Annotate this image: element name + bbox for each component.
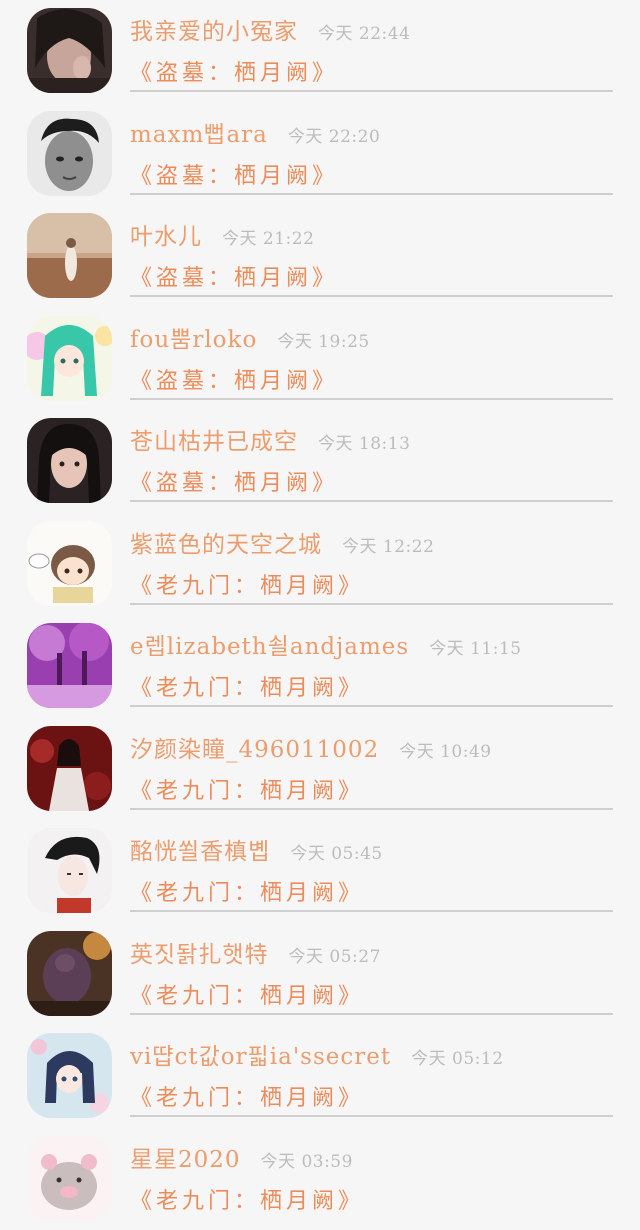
divider: [130, 808, 613, 810]
comment-row[interactable]: maxm뻡ara 今天 22:20 《盗墓：栖月阙》: [0, 103, 640, 206]
comment-row[interactable]: 星星2020 今天 03:59 《老九门：栖月阙》: [0, 1128, 640, 1230]
comment-row[interactable]: 苍山枯井已成空 今天 18:13 《盗墓：栖月阙》: [0, 410, 640, 513]
name-line: 汐颜染瞳_496011002 今天 10:49: [130, 730, 620, 764]
book-title[interactable]: 《盗墓：栖月阙》: [130, 158, 338, 190]
name-line: 紫蓝色的天空之城 今天 12:22: [130, 525, 620, 559]
avatar[interactable]: [27, 623, 112, 708]
timestamp: 今天 05:27: [288, 942, 380, 967]
book-title[interactable]: 《盗墓：栖月阙》: [130, 363, 338, 395]
divider: [130, 193, 613, 195]
timestamp: 今天 05:45: [290, 839, 382, 864]
username[interactable]: e렙lizabeth쇨andjames: [130, 627, 409, 661]
avatar[interactable]: [27, 316, 112, 401]
avatar-boy-bw-image: [27, 111, 112, 196]
username[interactable]: 汐颜染瞳_496011002: [130, 730, 379, 764]
comment-row[interactable]: 酩恍쐴香槙볩 今天 05:45 《老九门：栖月阙》: [0, 820, 640, 923]
book-title[interactable]: 《老九门：栖月阙》: [130, 670, 364, 702]
name-line: 英짓돩扎햇特 今天 05:27: [130, 935, 620, 969]
book-title[interactable]: 《老九门：栖月阙》: [130, 978, 364, 1010]
divider: [130, 295, 613, 297]
username[interactable]: 紫蓝色的天空之城: [130, 525, 322, 559]
book-title[interactable]: 《老九门：栖月阙》: [130, 875, 364, 907]
avatar[interactable]: [27, 8, 112, 93]
avatar-field-image: [27, 213, 112, 298]
avatar-sketch-boy-image: [27, 828, 112, 913]
avatar-cartoon-pig-image: [27, 1136, 112, 1221]
username[interactable]: 叶水儿: [130, 217, 202, 251]
comment-row[interactable]: vi땹ct값or핇ia'ssecret 今天 05:12 《老九门：栖月阙》: [0, 1025, 640, 1128]
name-line: maxm뻡ara 今天 22:20: [130, 115, 620, 149]
avatar[interactable]: [27, 1136, 112, 1221]
comment-row[interactable]: fou뿜rloko 今天 19:25 《盗墓：栖月阙》: [0, 308, 640, 411]
avatar[interactable]: [27, 828, 112, 913]
avatar[interactable]: [27, 213, 112, 298]
name-line: 叶水儿 今天 21:22: [130, 217, 620, 251]
book-title[interactable]: 《盗墓：栖月阙》: [130, 55, 338, 87]
divider: [130, 1013, 613, 1015]
comment-row[interactable]: e렙lizabeth쇨andjames 今天 11:15 《老九门：栖月阙》: [0, 615, 640, 718]
comment-row[interactable]: 紫蓝色的天空之城 今天 12:22 《老九门：栖月阙》: [0, 513, 640, 616]
book-title[interactable]: 《老九门：栖月阙》: [130, 1183, 364, 1215]
book-title[interactable]: 《老九门：栖月阙》: [130, 773, 364, 805]
divider: [130, 603, 613, 605]
avatar-warrior-image: [27, 931, 112, 1016]
timestamp: 今天 22:44: [318, 19, 410, 44]
divider: [130, 90, 613, 92]
username[interactable]: vi땹ct값or핇ia'ssecret: [130, 1037, 391, 1071]
avatar[interactable]: [27, 111, 112, 196]
divider: [130, 910, 613, 912]
timestamp: 今天 05:12: [411, 1044, 503, 1069]
timestamp: 今天 10:49: [399, 737, 491, 762]
comment-row[interactable]: 我亲爱的小冤家 今天 22:44 《盗墓：栖月阙》: [0, 0, 640, 103]
name-line: vi땹ct값or핇ia'ssecret 今天 05:12: [130, 1037, 620, 1071]
divider: [130, 398, 613, 400]
username[interactable]: fou뿜rloko: [130, 320, 257, 354]
username[interactable]: 我亲爱的小冤家: [130, 12, 298, 46]
timestamp: 今天 03:59: [261, 1147, 353, 1172]
timestamp: 今天 19:25: [277, 327, 369, 352]
book-title[interactable]: 《老九门：栖月阙》: [130, 568, 364, 600]
avatar-anime-green-hair-image: [27, 316, 112, 401]
timestamp: 今天 21:22: [222, 224, 314, 249]
avatar-purple-forest-image: [27, 623, 112, 708]
comment-row[interactable]: 叶水儿 今天 21:22 《盗墓：栖月阙》: [0, 205, 640, 308]
avatar-girl-black-hair-image: [27, 418, 112, 503]
username[interactable]: 酩恍쐴香槙볩: [130, 832, 270, 866]
avatar[interactable]: [27, 931, 112, 1016]
name-line: 酩恍쐴香槙볩 今天 05:45: [130, 832, 620, 866]
username[interactable]: maxm뻡ara: [130, 115, 268, 149]
timestamp: 今天 18:13: [318, 429, 410, 454]
avatar[interactable]: [27, 418, 112, 503]
username[interactable]: 英짓돩扎햇特: [130, 935, 268, 969]
book-title[interactable]: 《盗墓：栖月阙》: [130, 260, 338, 292]
name-line: 星星2020 今天 03:59: [130, 1140, 620, 1174]
avatar-chibi-image: [27, 521, 112, 606]
book-title[interactable]: 《老九门：栖月阙》: [130, 1080, 364, 1112]
name-line: e렙lizabeth쇨andjames 今天 11:15: [130, 627, 620, 661]
name-line: fou뿜rloko 今天 19:25: [130, 320, 620, 354]
divider: [130, 500, 613, 502]
divider: [130, 705, 613, 707]
username[interactable]: 苍山枯井已成空: [130, 422, 298, 456]
comment-row[interactable]: 英짓돩扎햇特 今天 05:27 《老九门：栖月阙》: [0, 923, 640, 1026]
avatar-red-dress-image: [27, 726, 112, 811]
avatar[interactable]: [27, 726, 112, 811]
avatar[interactable]: [27, 1033, 112, 1118]
timestamp: 今天 22:20: [288, 122, 380, 147]
username[interactable]: 星星2020: [130, 1140, 241, 1174]
divider: [130, 1115, 613, 1117]
comment-row[interactable]: 汐颜染瞳_496011002 今天 10:49 《老九门：栖月阙》: [0, 718, 640, 821]
name-line: 我亲爱的小冤家 今天 22:44: [130, 12, 620, 46]
comment-list: 我亲爱的小冤家 今天 22:44 《盗墓：栖月阙》 maxm뻡ara 今天 22…: [0, 0, 640, 1217]
book-title[interactable]: 《盗墓：栖月阙》: [130, 465, 338, 497]
avatar[interactable]: [27, 521, 112, 606]
avatar-anime-flowers-image: [27, 1033, 112, 1118]
timestamp: 今天 12:22: [342, 532, 434, 557]
timestamp: 今天 11:15: [429, 634, 521, 659]
avatar-girl-dark-image: [27, 8, 112, 93]
name-line: 苍山枯井已成空 今天 18:13: [130, 422, 620, 456]
